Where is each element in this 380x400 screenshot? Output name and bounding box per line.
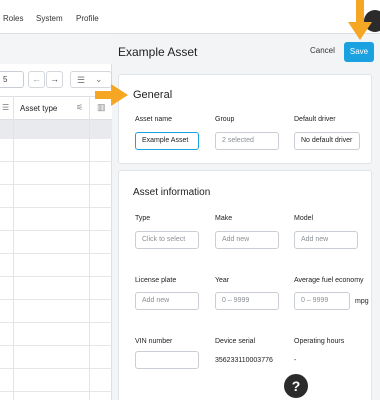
column-divider xyxy=(13,96,14,400)
device-serial-label: Device serial xyxy=(215,338,256,345)
list-row[interactable] xyxy=(0,162,112,185)
model-label: Model xyxy=(294,215,314,222)
license-plate-input[interactable]: Add new xyxy=(135,292,199,310)
next-page-button[interactable]: → xyxy=(46,71,63,88)
default-driver-label: Default driver xyxy=(294,116,336,123)
asset-list-toolbar xyxy=(0,34,112,64)
arrow-right-icon xyxy=(95,84,128,106)
nav-profile[interactable]: Profile xyxy=(76,14,99,23)
list-row[interactable] xyxy=(0,277,112,300)
help-button[interactable]: ? xyxy=(284,374,308,398)
license-plate-label: License plate xyxy=(135,277,177,284)
list-row[interactable] xyxy=(0,231,112,254)
fuel-economy-unit: mpg xyxy=(355,298,369,305)
list-row[interactable] xyxy=(0,139,112,162)
arrow-down-icon xyxy=(348,0,372,40)
filter-icon[interactable]: ⚟ xyxy=(76,103,83,112)
sort-icon[interactable]: ☰ xyxy=(2,103,9,112)
list-row[interactable] xyxy=(0,185,112,208)
cancel-button[interactable]: Cancel xyxy=(310,46,335,55)
make-select[interactable]: Add new xyxy=(215,231,279,249)
asset-name-label: Asset name xyxy=(135,116,172,123)
nav-roles[interactable]: Roles xyxy=(3,14,23,23)
fuel-economy-label: Average fuel economy xyxy=(294,277,364,284)
column-divider xyxy=(89,96,90,400)
column-header-asset-type[interactable]: Asset type xyxy=(20,104,57,113)
list-row[interactable] xyxy=(0,254,112,277)
list-row[interactable] xyxy=(0,323,112,346)
list-view-icon: ☰ xyxy=(77,75,86,85)
list-row[interactable] xyxy=(0,346,112,369)
model-select[interactable]: Add new xyxy=(294,231,358,249)
type-select[interactable]: Click to select xyxy=(135,231,199,249)
page-size-select[interactable]: 5 xyxy=(0,71,24,88)
asset-name-input[interactable]: Example Asset xyxy=(135,132,199,150)
year-label: Year xyxy=(215,277,230,284)
year-input[interactable]: 0 – 9999 xyxy=(215,292,279,310)
group-select[interactable]: 2 selected xyxy=(215,132,279,150)
asset-information-title: Asset information xyxy=(133,187,211,198)
prev-page-button[interactable]: ← xyxy=(28,71,45,88)
list-row[interactable] xyxy=(0,369,112,392)
device-serial-value: 356233110003776 xyxy=(215,357,273,364)
general-title: General xyxy=(133,89,173,101)
list-row-selected[interactable] xyxy=(0,120,112,139)
general-card: General Asset name Example Asset Group 2… xyxy=(118,74,372,164)
type-label: Type xyxy=(135,215,151,222)
default-driver-select[interactable]: No default driver xyxy=(294,132,360,150)
save-button[interactable]: Save xyxy=(344,42,374,62)
list-row[interactable] xyxy=(0,208,112,231)
operating-hours-label: Operating hours xyxy=(294,338,345,345)
top-nav: Roles System Profile xyxy=(0,0,380,34)
operating-hours-value: - xyxy=(294,357,297,364)
nav-system[interactable]: System xyxy=(36,14,63,23)
group-label: Group xyxy=(215,116,235,123)
asset-information-card: Asset information Type Click to select M… xyxy=(118,170,372,400)
make-label: Make xyxy=(215,215,233,222)
list-row[interactable] xyxy=(0,300,112,323)
vin-input[interactable] xyxy=(135,351,199,369)
fuel-economy-input[interactable]: 0 – 9999 xyxy=(294,292,350,310)
vin-label: VIN number xyxy=(135,338,173,345)
page-title: Example Asset xyxy=(118,45,198,59)
